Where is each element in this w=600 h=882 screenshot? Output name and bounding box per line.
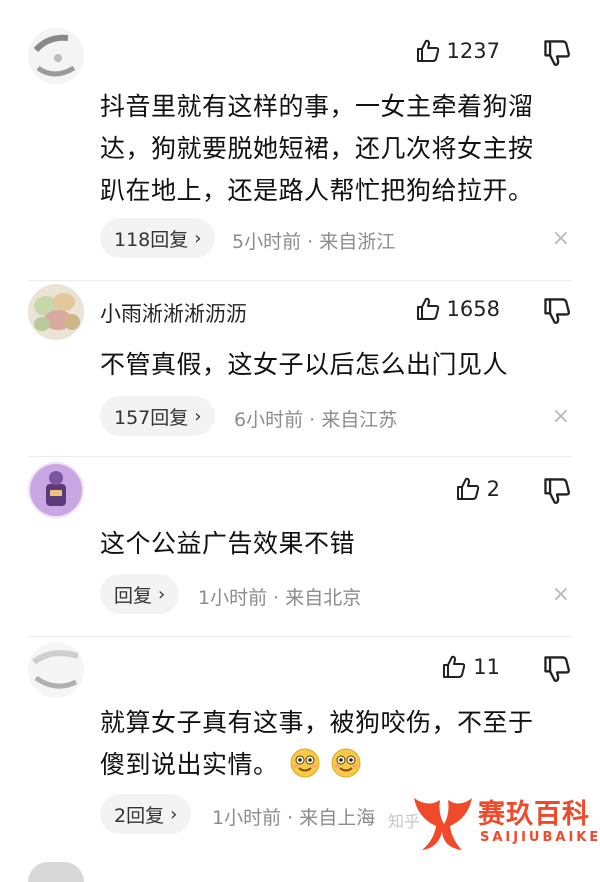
reply-button[interactable]: 2回复 › xyxy=(100,794,192,834)
comment-line: 达，狗就要脱她短裙，还几次将女主按 xyxy=(100,134,534,163)
chevron-right-icon: › xyxy=(158,583,166,605)
close-icon[interactable]: × xyxy=(552,582,570,607)
comment-line-text: 傻到说出实情。 xyxy=(100,750,279,779)
comment-text: 抖音里就有这样的事，一女主牵着狗溜 达，狗就要脱她短裙，还几次将女主按 趴在地上… xyxy=(100,86,570,212)
thumbs-up-icon xyxy=(456,477,479,500)
comment-line: 抖音里就有这样的事，一女主牵着狗溜 xyxy=(100,92,534,121)
thumbs-up-icon xyxy=(443,655,466,678)
comment-meta: 6小时前 · 来自江苏 xyxy=(234,409,398,431)
brand-name-en: SAIJIUBAIKE xyxy=(480,830,600,845)
reply-button[interactable]: 回复 › xyxy=(100,574,180,614)
avatar[interactable] xyxy=(28,462,84,518)
thumbs-down-icon[interactable] xyxy=(542,38,572,68)
reply-button[interactable]: 157回复 › xyxy=(100,396,216,436)
like-count: 1237 xyxy=(446,39,500,63)
comment-line: 就算女子真有这事，被狗咬伤，不至于 xyxy=(100,708,534,737)
comment-meta: 1小时前 · 来自北京 xyxy=(198,587,362,609)
avatar[interactable] xyxy=(28,284,84,340)
brand-name: 赛玖百科 xyxy=(478,799,590,830)
comment-line: 趴在地上，还是路人帮忙把狗给拉开。 xyxy=(100,176,534,205)
comment-line: 傻到说出实情。 xyxy=(100,744,570,786)
reply-label: 回复 xyxy=(114,584,153,607)
reply-label: 2回复 xyxy=(114,804,165,827)
comment-line: 不管真假，这女子以后怎么出门见人 xyxy=(100,350,509,379)
chevron-right-icon: › xyxy=(194,227,202,249)
comment-meta: 5小时前 · 来自浙江 xyxy=(232,231,396,253)
divider xyxy=(28,280,572,281)
like-button[interactable]: 11 xyxy=(441,654,500,680)
like-count: 1658 xyxy=(446,297,500,321)
reply-button[interactable]: 118回复 › xyxy=(100,218,216,258)
like-button[interactable]: 2 xyxy=(455,476,500,502)
avatar[interactable] xyxy=(28,28,84,84)
brand-watermark: 赛玖百科 SAIJIUBAIKE xyxy=(410,790,600,860)
username[interactable]: 小雨淅淅淅沥沥 xyxy=(100,298,247,328)
divider xyxy=(28,456,572,457)
close-icon[interactable]: × xyxy=(552,404,570,429)
chevron-right-icon: › xyxy=(170,803,178,825)
smiling-face-icon xyxy=(331,748,361,778)
divider xyxy=(28,636,572,637)
comment-text: 这个公益广告效果不错 xyxy=(100,523,570,565)
thumbs-down-icon[interactable] xyxy=(542,296,572,326)
reply-label: 118回复 xyxy=(114,228,189,251)
comment-text: 就算女子真有这事，被狗咬伤，不至于 傻到说出实情。 xyxy=(100,702,570,786)
close-icon[interactable]: × xyxy=(552,226,570,251)
next-comment-peek xyxy=(28,862,84,882)
reply-label: 157回复 xyxy=(114,406,189,429)
comment-line: 这个公益广告效果不错 xyxy=(100,529,356,558)
like-count: 11 xyxy=(473,655,500,679)
thumbs-up-icon xyxy=(416,39,439,62)
chevron-right-icon: › xyxy=(194,405,202,427)
thumbs-down-icon[interactable] xyxy=(542,476,572,506)
thumbs-up-icon xyxy=(416,297,439,320)
like-button[interactable]: 1237 xyxy=(415,38,500,64)
comment-meta: 1小时前 · 来自上海 xyxy=(212,807,376,829)
whale-tail-icon xyxy=(414,798,472,850)
smiling-face-icon xyxy=(290,748,320,778)
thumbs-down-icon[interactable] xyxy=(542,654,572,684)
like-button[interactable]: 1658 xyxy=(415,296,500,322)
avatar[interactable] xyxy=(28,642,84,698)
like-count: 2 xyxy=(486,477,500,501)
comment-text: 不管真假，这女子以后怎么出门见人 xyxy=(100,344,570,386)
